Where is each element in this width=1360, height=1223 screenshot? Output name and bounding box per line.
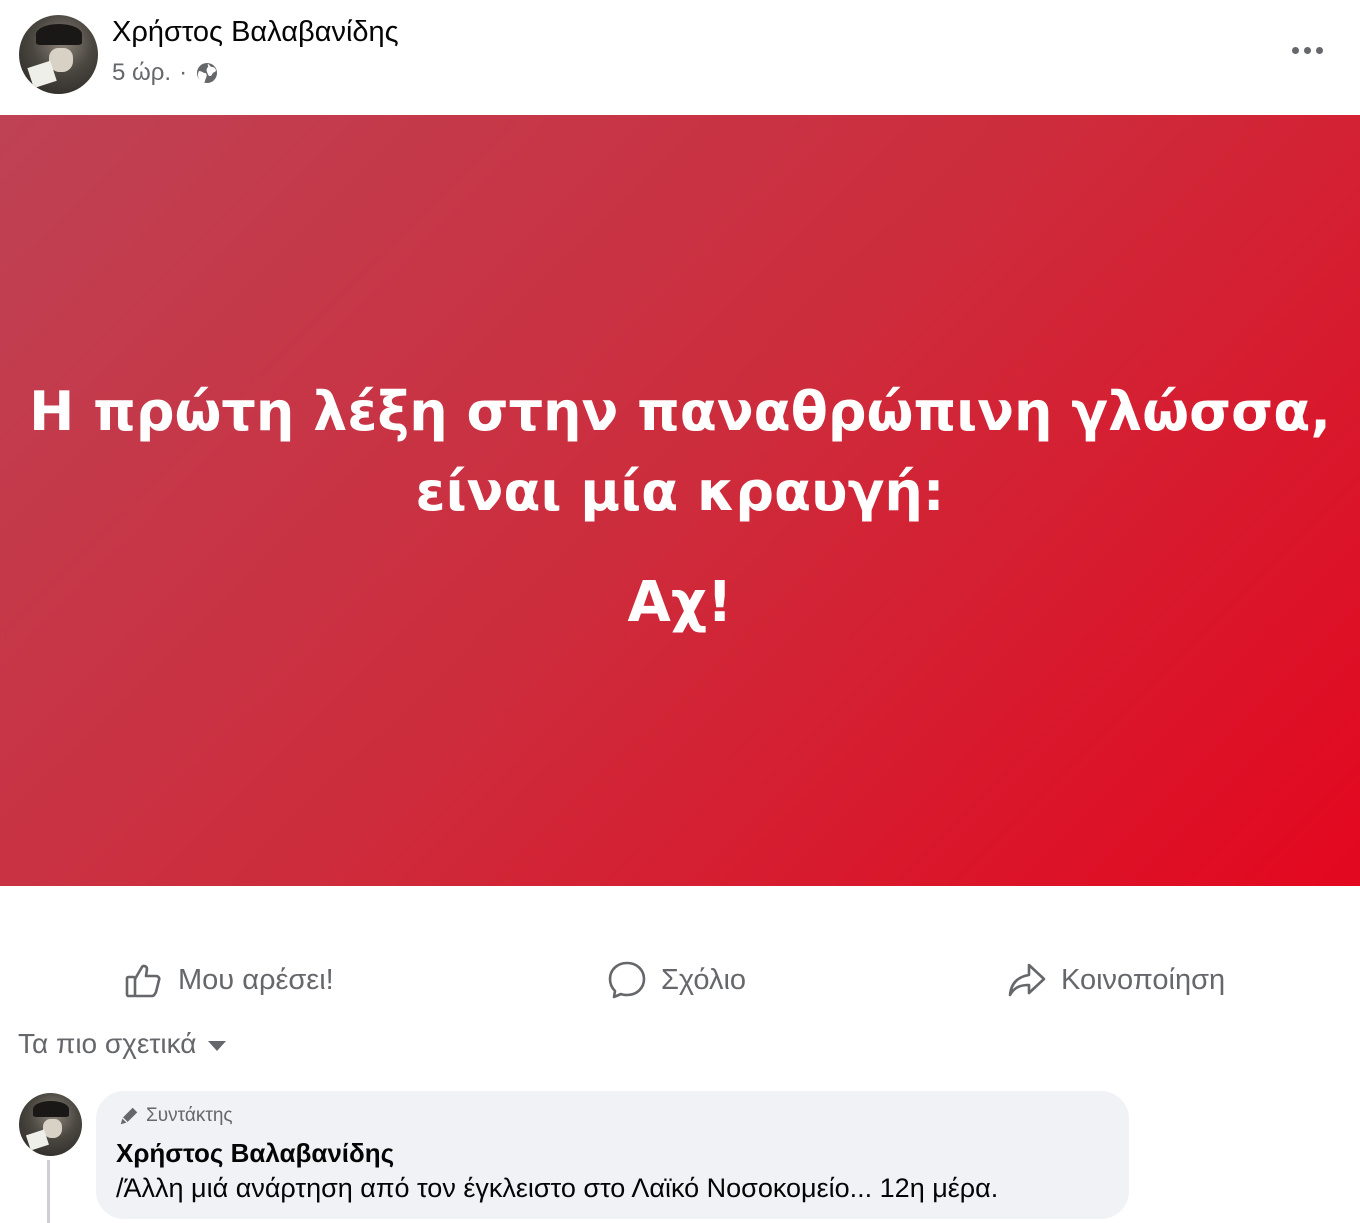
comment-author[interactable]: Χρήστος Βαλαβανίδης [116,1138,394,1169]
pencil-icon [120,1107,138,1125]
post-actions-bar: Μου αρέσει! Σχόλιο Κοινοποίηση [0,940,1360,1020]
sort-label: Τα πιο σχετικά [18,1028,197,1059]
share-label: Κοινοποίηση [1061,963,1226,996]
post-header: Χρήστος Βαλαβανίδης 5 ώρ. · [0,0,1360,115]
more-horizontal-icon [1291,46,1299,54]
comment-bubble: Συντάκτης Χρήστος Βαλαβανίδης /Άλλη μιά … [96,1091,1129,1219]
globe-icon[interactable] [195,61,219,85]
banner-line-3: Αχ! [627,570,733,635]
share-button[interactable]: Κοινοποίηση [1007,952,1225,1008]
post-time[interactable]: 5 ώρ. [112,59,171,87]
reply-thread-line [47,1160,50,1223]
thumbs-up-icon [125,964,161,998]
banner-line-1: Η πρώτη λέξη στην παναθρώπινη γλώσσα, [29,380,1331,443]
post-meta: 5 ώρ. · [112,59,219,87]
caret-down-icon [208,1041,227,1051]
author-badge: Συντάκτης [118,1105,233,1127]
badge-label: Συντάκτης [146,1105,233,1126]
banner-line-2: είναι μία κραυγή: [415,460,945,523]
comment-button[interactable]: Σχόλιο [607,952,746,1008]
text-post-banner[interactable]: Η πρώτη λέξη στην παναθρώπινη γλώσσα, εί… [0,115,1360,886]
author-avatar[interactable] [19,15,98,94]
more-options-button[interactable] [1282,30,1332,70]
author-name[interactable]: Χρήστος Βαλαβανίδης [112,16,399,49]
like-button[interactable]: Μου αρέσει! [124,952,334,1008]
comment-label: Σχόλιο [661,963,747,996]
comment-sort-dropdown[interactable]: Τα πιο σχετικά [18,1028,227,1060]
meta-separator: · [179,59,188,86]
like-label: Μου αρέσει! [178,963,334,996]
commenter-avatar[interactable] [19,1093,82,1156]
comment-icon [608,961,646,999]
share-icon [1008,963,1046,997]
comment-text: /Άλλη μιά ανάρτηση από τον έγκλειστο στο… [116,1173,999,1203]
